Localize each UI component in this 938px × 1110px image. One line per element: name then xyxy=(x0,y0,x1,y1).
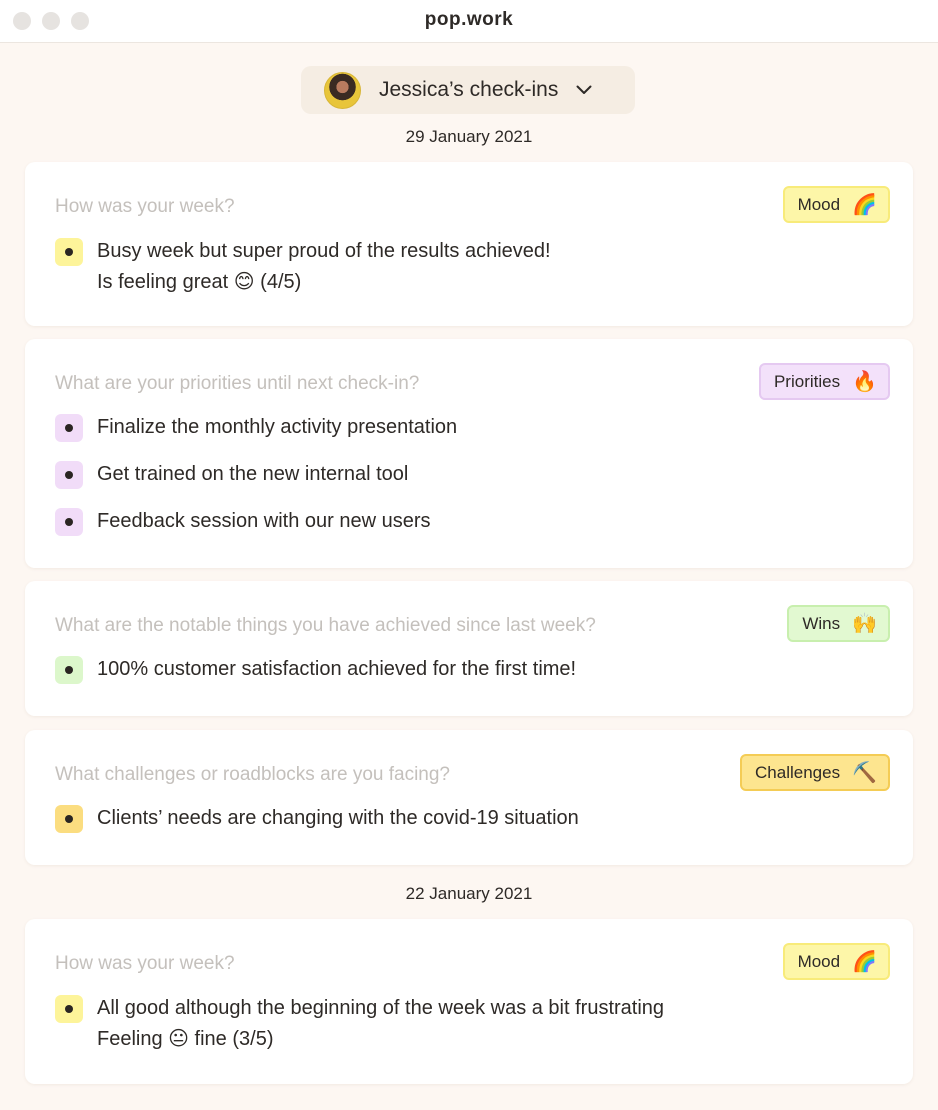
selector-label: Jessica’s check-ins xyxy=(379,78,559,101)
list-item: Finalize the monthly activity presentati… xyxy=(55,414,457,443)
bullet-icon xyxy=(55,508,83,536)
mood-card: How was your week? Mood 🌈 All good altho… xyxy=(25,919,913,1084)
item-text: Clients’ needs are changing with the cov… xyxy=(97,803,579,834)
tag-label: Mood xyxy=(797,194,841,214)
question-text: What challenges or roadblocks are you fa… xyxy=(55,764,451,785)
question-text: How was your week? xyxy=(55,196,235,217)
window-title: pop.work xyxy=(424,9,514,30)
item-line: Busy week but super proud of the results… xyxy=(97,240,551,262)
tag-label: Priorities xyxy=(773,371,841,391)
item-line: 100% customer satisfaction achieved for … xyxy=(97,658,577,680)
item-line: Feeling 😐 fine (3/5) xyxy=(97,1028,274,1050)
challenges-card: What challenges or roadblocks are you fa… xyxy=(25,730,913,865)
rainbow-icon: 🌈 xyxy=(852,950,877,973)
priorities-tag[interactable]: Priorities 🔥 xyxy=(758,363,890,400)
priorities-card: What are your priorities until next chec… xyxy=(25,339,913,568)
item-line: Clients’ needs are changing with the cov… xyxy=(97,807,579,829)
chevron-down-icon xyxy=(576,82,592,98)
bullet-icon xyxy=(55,461,83,489)
question-text: What are your priorities until next chec… xyxy=(55,373,420,394)
bullet-icon xyxy=(55,414,83,442)
raised-hands-icon: 🙌 xyxy=(852,612,877,635)
wins-card: What are the notable things you have ach… xyxy=(25,581,913,716)
bullet-icon xyxy=(55,805,83,833)
bullet-icon xyxy=(55,656,83,684)
item-line: Finalize the monthly activity presentati… xyxy=(97,416,458,438)
window-titlebar: pop.work xyxy=(0,0,938,43)
tag-label: Mood xyxy=(797,951,841,971)
item-line: Feedback session with our new users xyxy=(97,510,431,532)
item-text: Busy week but super proud of the results… xyxy=(97,236,551,298)
list-item: Get trained on the new internal tool xyxy=(55,461,408,490)
pick-icon: ⛏️ xyxy=(852,761,877,784)
challenges-tag[interactable]: Challenges ⛏️ xyxy=(740,754,890,791)
list-item: Feedback session with our new users xyxy=(55,508,431,537)
question-text: What are the notable things you have ach… xyxy=(55,615,596,636)
list-item: Busy week but super proud of the results… xyxy=(55,238,551,298)
item-text: All good although the beginning of the w… xyxy=(97,993,664,1055)
fire-icon: 🔥 xyxy=(852,370,877,393)
item-text: Finalize the monthly activity presentati… xyxy=(97,412,457,443)
tag-label: Challenges xyxy=(755,762,841,782)
bullet-icon xyxy=(55,238,83,266)
item-text: Feedback session with our new users xyxy=(97,506,431,537)
item-line: Is feeling great 😊 (4/5) xyxy=(97,271,302,293)
bullet-icon xyxy=(55,995,83,1023)
mood-tag[interactable]: Mood 🌈 xyxy=(782,943,890,980)
checkins-selector[interactable]: Jessica’s check-ins xyxy=(301,66,635,114)
list-item: All good although the beginning of the w… xyxy=(55,995,664,1055)
avatar xyxy=(324,71,361,109)
item-text: 100% customer satisfaction achieved for … xyxy=(97,654,576,685)
mood-tag[interactable]: Mood 🌈 xyxy=(782,186,890,223)
item-text: Get trained on the new internal tool xyxy=(97,459,408,490)
mood-card: How was your week? Mood 🌈 Busy week but … xyxy=(25,162,913,326)
checkin-date: 29 January 2021 xyxy=(405,127,533,146)
tag-label: Wins xyxy=(802,613,841,633)
list-item: 100% customer satisfaction achieved for … xyxy=(55,656,576,685)
checkin-date: 22 January 2021 xyxy=(405,884,533,903)
question-text: How was your week? xyxy=(55,953,235,974)
item-line: Get trained on the new internal tool xyxy=(97,463,409,485)
list-item: Clients’ needs are changing with the cov… xyxy=(55,805,579,834)
wins-tag[interactable]: Wins 🙌 xyxy=(787,605,890,642)
rainbow-icon: 🌈 xyxy=(852,193,877,216)
item-line: All good although the beginning of the w… xyxy=(97,997,665,1019)
